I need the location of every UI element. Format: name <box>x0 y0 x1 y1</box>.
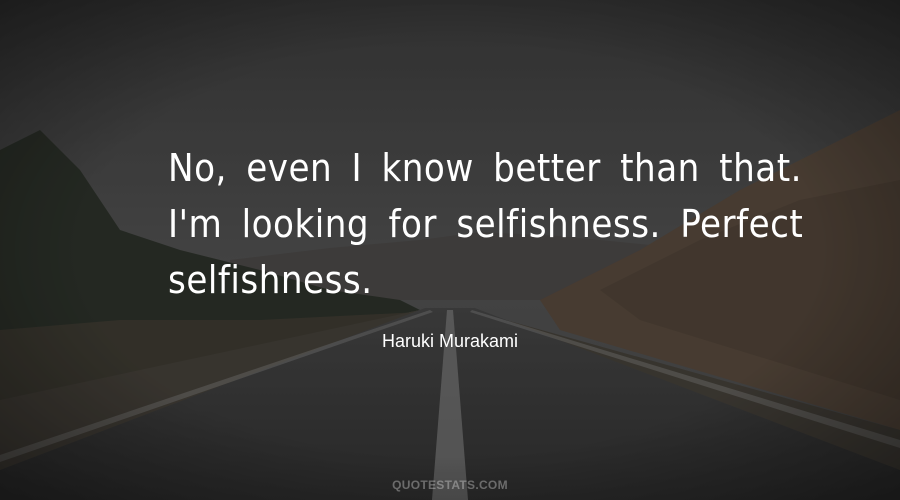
background-photo: No, even I know better than that. I'm lo… <box>0 0 900 500</box>
quote-text: No, even I know better than that. I'm lo… <box>168 146 804 302</box>
quote-author: Haruki Murakami <box>381 331 519 351</box>
site-watermark: QUOTESTATS.COM <box>392 478 508 492</box>
